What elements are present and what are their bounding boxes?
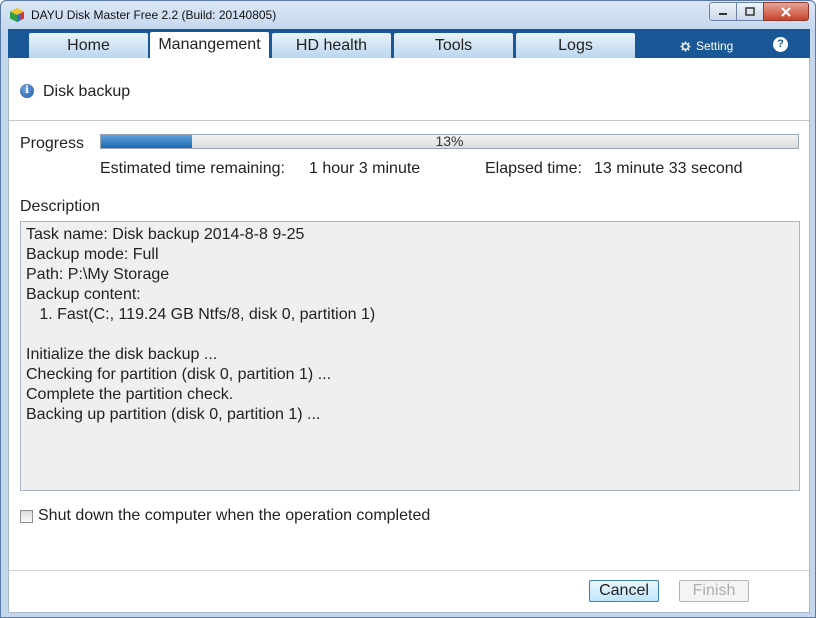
elapsed-value: 13 minute 33 second bbox=[594, 160, 743, 177]
progress-label: Progress bbox=[20, 135, 85, 152]
tab-logs[interactable]: Logs bbox=[516, 33, 635, 58]
footer-divider bbox=[9, 570, 809, 571]
description-line: Backup mode: Full bbox=[26, 246, 159, 263]
shutdown-option[interactable]: Shut down the computer when the operatio… bbox=[20, 507, 430, 525]
elapsed-label: Elapsed time: bbox=[485, 160, 582, 177]
close-button[interactable] bbox=[763, 2, 809, 21]
description-line: Path: P:\My Storage bbox=[26, 266, 170, 283]
finish-button[interactable]: Finish bbox=[679, 580, 749, 602]
maximize-button[interactable] bbox=[737, 2, 763, 21]
nav-bar: Home Manangement HD health Tools Logs Se… bbox=[8, 29, 810, 58]
tab-home[interactable]: Home bbox=[29, 33, 148, 58]
description-line: Task name: Disk backup 2014-8-8 9-25 bbox=[26, 226, 305, 243]
tab-management[interactable]: Manangement bbox=[150, 32, 269, 58]
shutdown-checkbox[interactable] bbox=[20, 509, 33, 523]
description-line: Backing up partition (disk 0, partition … bbox=[26, 406, 321, 423]
description-line bbox=[26, 325, 794, 345]
window-title: DAYU Disk Master Free 2.2 (Build: 201408… bbox=[31, 8, 277, 22]
shutdown-label: Shut down the computer when the operatio… bbox=[38, 507, 431, 524]
gear-icon bbox=[680, 40, 691, 52]
progress-bar: 13% bbox=[100, 134, 799, 149]
main-content: i Disk backup Progress 13% Estimated tim… bbox=[8, 58, 810, 613]
progress-percent: 13% bbox=[435, 133, 464, 149]
setting-label: Setting bbox=[696, 39, 734, 53]
page-title: Disk backup bbox=[43, 83, 131, 100]
tab-hd-health[interactable]: HD health bbox=[272, 33, 391, 58]
app-window: DAYU Disk Master Free 2.2 (Build: 201408… bbox=[0, 0, 816, 618]
task-header: i Disk backup bbox=[9, 58, 809, 121]
remaining-label: Estimated time remaining: bbox=[100, 160, 285, 177]
remaining-value: 1 hour 3 minute bbox=[309, 160, 421, 177]
close-icon bbox=[781, 6, 791, 17]
description-line: Backup content: bbox=[26, 286, 141, 303]
description-box[interactable]: Task name: Disk backup 2014-8-8 9-25 Bac… bbox=[20, 221, 800, 491]
cancel-button[interactable]: Cancel bbox=[589, 580, 659, 602]
setting-link[interactable]: Setting bbox=[680, 39, 733, 53]
window-controls bbox=[709, 2, 809, 22]
description-line: 1. Fast(C:, 119.24 GB Ntfs/8, disk 0, pa… bbox=[26, 306, 376, 323]
info-icon: i bbox=[20, 84, 34, 98]
minimize-icon bbox=[719, 12, 727, 15]
help-icon[interactable]: ? bbox=[773, 37, 788, 52]
description-line: Checking for partition (disk 0, partitio… bbox=[26, 366, 332, 383]
minimize-button[interactable] bbox=[709, 2, 737, 21]
description-line: Complete the partition check. bbox=[26, 386, 234, 403]
app-cube-icon bbox=[10, 8, 24, 22]
maximize-icon bbox=[745, 7, 755, 16]
description-line: Initialize the disk backup ... bbox=[26, 346, 218, 363]
title-bar[interactable]: DAYU Disk Master Free 2.2 (Build: 201408… bbox=[1, 1, 815, 29]
tab-tools[interactable]: Tools bbox=[394, 33, 513, 58]
description-label: Description bbox=[20, 198, 101, 215]
